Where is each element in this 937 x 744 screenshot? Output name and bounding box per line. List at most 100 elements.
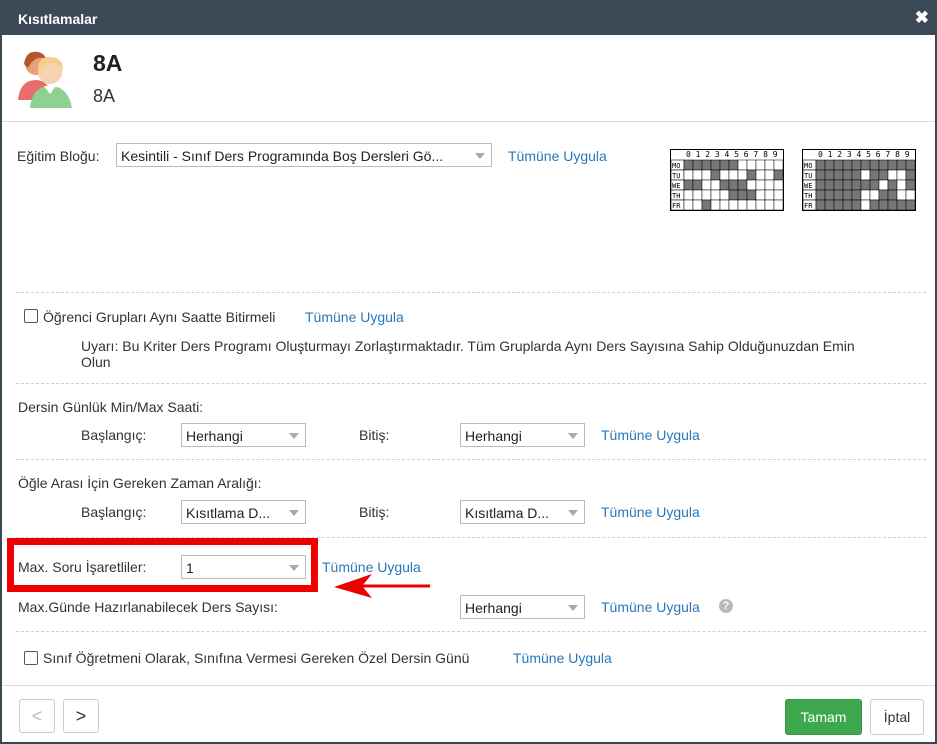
grid-cell: [701, 179, 712, 191]
ogrenci-gruplari-apply-link[interactable]: Tümüne Uygula: [305, 309, 404, 325]
grid-cell: [842, 159, 853, 171]
grid-cell: [905, 189, 916, 201]
grid-cell: [887, 169, 898, 181]
close-icon[interactable]: ✖: [915, 8, 929, 28]
grid-cell: [869, 179, 880, 191]
grid-cell: [719, 169, 730, 181]
grid-cell: [887, 179, 898, 191]
max-gunde-select[interactable]: Herhangi: [460, 595, 585, 619]
grid-cell: [764, 169, 775, 181]
gunluk-start-select[interactable]: Herhangi: [181, 423, 306, 447]
help-icon[interactable]: ?: [719, 599, 733, 613]
grid-cell: [719, 159, 730, 171]
grid-cell: [905, 169, 916, 181]
grid-cell: [701, 199, 712, 211]
ogle-apply-link[interactable]: Tümüne Uygula: [601, 504, 700, 520]
ogle-start-select[interactable]: Kısıtlama D...: [181, 500, 306, 524]
grid-cell: [764, 159, 775, 171]
grid-day-label: TH: [672, 192, 680, 200]
grid-cell: [815, 159, 826, 171]
grid-cell: [905, 199, 916, 211]
grid-cell: [728, 189, 739, 201]
grid-cell: [869, 159, 880, 171]
grid-cell: [683, 189, 694, 201]
gunluk-apply-link[interactable]: Tümüne Uygula: [601, 427, 700, 443]
grid-day-label: TH: [804, 192, 812, 200]
chevron-down-icon: [568, 433, 578, 439]
grid-cell: [815, 199, 826, 211]
constraints-dialog: Kısıtlamalar ✖ 8A 8A Eğitim Bloğu: Kesin…: [0, 0, 937, 744]
section-divider: [16, 631, 926, 632]
grid-cell: [896, 169, 907, 181]
grid-cell: [683, 199, 694, 211]
grid-cell: [896, 199, 907, 211]
grid-cell: [701, 169, 712, 181]
grid-day-label: FR: [804, 202, 813, 210]
grid-cell: [701, 189, 712, 201]
grid-cell: [710, 179, 721, 191]
grid-cell: [905, 179, 916, 191]
ogle-end-label: Bitiş:: [359, 504, 390, 520]
dialog-title: Kısıtlamalar: [18, 11, 98, 27]
sinif-ogretmeni-checkbox[interactable]: [24, 651, 38, 665]
grid-cell: [824, 199, 835, 211]
grid-cell: [710, 169, 721, 181]
grid-cell: [824, 159, 835, 171]
previous-button[interactable]: <: [19, 699, 55, 733]
dialog-titlebar: Kısıtlamalar ✖: [2, 2, 935, 35]
grid-cell: [746, 189, 757, 201]
class-subtitle: 8A: [93, 86, 116, 106]
grid-cell: [824, 179, 835, 191]
gunluk-end-select[interactable]: Herhangi: [460, 423, 585, 447]
grid-cell: [737, 189, 748, 201]
cancel-button[interactable]: İptal: [870, 699, 924, 735]
ogle-end-select[interactable]: Kısıtlama D...: [460, 500, 585, 524]
grid-cell: [833, 159, 844, 171]
sinif-ogretmeni-apply-link[interactable]: Tümüne Uygula: [513, 650, 612, 666]
grid-cell: [692, 189, 703, 201]
grid-cell: [746, 179, 757, 191]
grid-cell: [692, 159, 703, 171]
section-divider: [16, 383, 926, 384]
grid-cell: [851, 189, 862, 201]
timetable-grid-icon-2: 0 1 2 3 4 5 6 7 8 9 10 MO TU WE TH FR: [802, 149, 916, 211]
grid-day-label: TU: [672, 172, 680, 180]
egitim-blogu-apply-link[interactable]: Tümüne Uygula: [508, 148, 607, 164]
ok-button[interactable]: Tamam: [785, 699, 862, 735]
grid-cell: [851, 159, 862, 171]
grid-day-label: FR: [672, 202, 681, 210]
grid-cell: [896, 159, 907, 171]
egitim-blogu-label: Eğitim Bloğu:: [17, 148, 100, 164]
gunluk-start-label: Başlangıç:: [81, 427, 147, 443]
grid-cell: [878, 169, 889, 181]
grid-cell: [878, 179, 889, 191]
grid-cell: [683, 169, 694, 181]
grid-cell: [773, 199, 784, 211]
grid-cell: [887, 189, 898, 201]
ogrenci-gruplari-warning-line1: Uyarı: Bu Kriter Ders Programı Oluşturma…: [81, 338, 855, 354]
next-button[interactable]: >: [63, 699, 99, 733]
section-divider: [16, 292, 926, 293]
class-name: 8A: [93, 50, 123, 76]
max-gunde-apply-link[interactable]: Tümüne Uygula: [601, 599, 700, 615]
grid-cell: [710, 189, 721, 201]
ogle-arasi-label: Öğle Arası İçin Gereken Zaman Aralığı:: [18, 475, 262, 491]
egitim-blogu-select[interactable]: Kesintili - Sınıf Ders Programında Boş D…: [116, 143, 492, 167]
gunluk-min-max-label: Dersin Günlük Min/Max Saati:: [18, 399, 204, 415]
grid-cell: [710, 159, 721, 171]
grid-day-label: WE: [672, 182, 680, 190]
max-gunde-label: Max.Günde Hazırlanabilecek Ders Sayısı:: [18, 599, 278, 615]
grid-cell: [815, 189, 826, 201]
ogrenci-gruplari-label: Öğrenci Grupları Aynı Saatte Bitirmeli: [43, 309, 276, 325]
grid-cell: [746, 169, 757, 181]
annotation-arrow-icon: [334, 574, 430, 598]
grid-cell: [710, 199, 721, 211]
grid-cell: [683, 179, 694, 191]
grid-cell: [860, 159, 871, 171]
chevron-down-icon: [568, 510, 578, 516]
grid-cell: [842, 169, 853, 181]
grid-cell: [746, 159, 757, 171]
ogrenci-gruplari-checkbox[interactable]: [24, 309, 38, 323]
grid-cell: [755, 159, 766, 171]
grid-cell: [719, 199, 730, 211]
